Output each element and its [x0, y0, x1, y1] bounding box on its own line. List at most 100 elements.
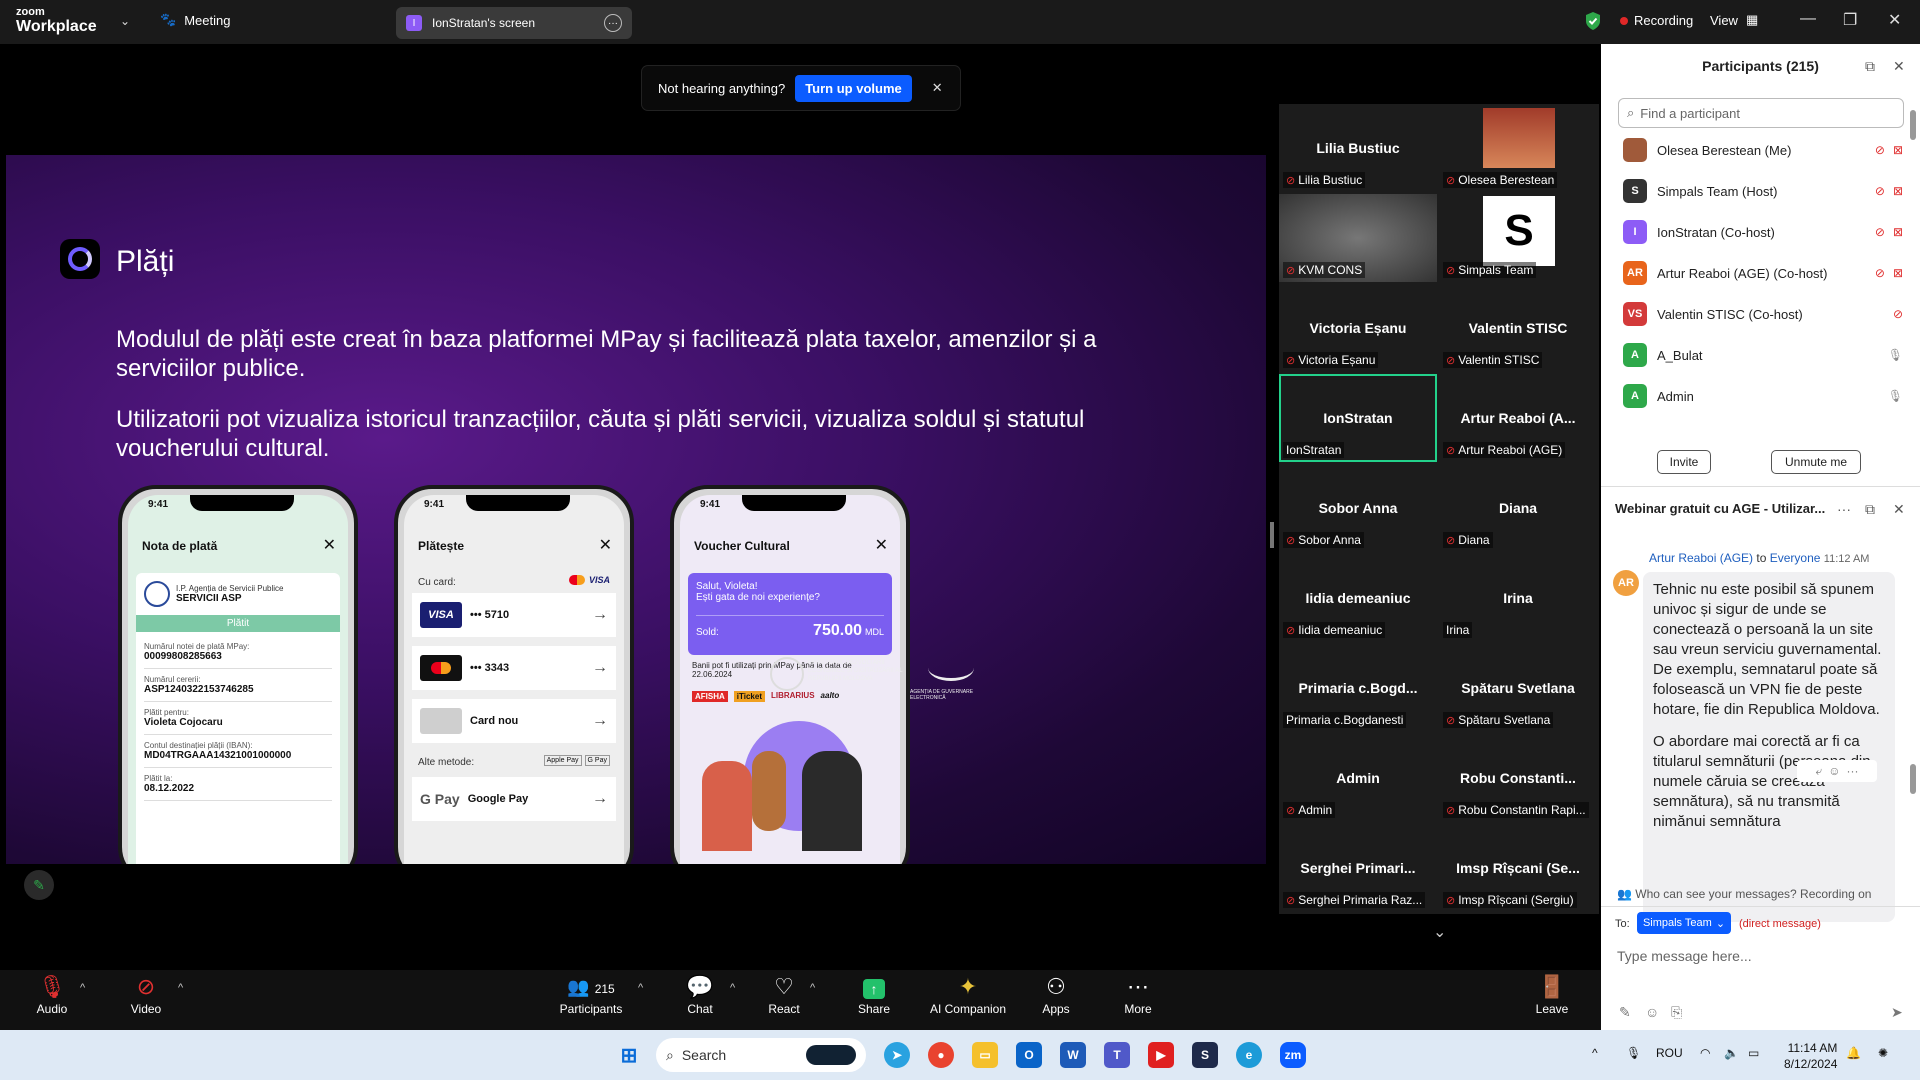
- video-tile[interactable]: Irina Irina: [1439, 554, 1597, 642]
- more-icon[interactable]: ···: [1847, 764, 1859, 778]
- video-tile[interactable]: ⊘ Olesea Berestean: [1439, 104, 1597, 192]
- youtube-icon[interactable]: ▶: [1148, 1042, 1174, 1068]
- participant-row[interactable]: A A_Bulat 🎙: [1623, 339, 1903, 371]
- video-tile[interactable]: Admin ⊘ Admin: [1279, 734, 1437, 822]
- sender-name[interactable]: Artur Reaboi (AGE): [1649, 551, 1753, 565]
- popout-icon[interactable]: ⧉: [1865, 501, 1875, 518]
- minimize-icon[interactable]: —: [1800, 10, 1816, 28]
- emoji-icon[interactable]: ☺: [1645, 1004, 1659, 1020]
- video-tile[interactable]: Sobor Anna ⊘ Sobor Anna: [1279, 464, 1437, 552]
- word-icon[interactable]: W: [1060, 1042, 1086, 1068]
- gallery-resize-handle[interactable]: [1270, 522, 1274, 548]
- leave-button[interactable]: 🚪 Leave: [1534, 972, 1570, 1016]
- audio-button[interactable]: 🎙 Audio: [30, 972, 74, 1016]
- chat-scrollbar[interactable]: [1910, 764, 1916, 794]
- participant-search-input[interactable]: ⌕ Find a participant: [1618, 98, 1904, 128]
- video-tile[interactable]: Valentin STISC ⊘ Valentin STISC: [1439, 284, 1597, 372]
- outlook-icon[interactable]: O: [1016, 1042, 1042, 1068]
- invite-button[interactable]: Invite: [1657, 450, 1711, 474]
- emoji-icon[interactable]: ☺: [1828, 764, 1840, 778]
- react-caret[interactable]: ^: [810, 982, 815, 994]
- ai-companion-button[interactable]: ✦ AI Companion: [928, 972, 1008, 1016]
- copilot-icon[interactable]: ✺: [1878, 1046, 1888, 1060]
- participant-row[interactable]: Olesea Berestean (Me) ⊘ ⊠: [1623, 134, 1903, 166]
- video-tile[interactable]: Iidia demeaniuc ⊘ Iidia demeaniuc: [1279, 554, 1437, 642]
- phone-time: 9:41: [148, 499, 169, 510]
- video-tile[interactable]: Robu Constanti... ⊘ Robu Constantin Rapi..…: [1439, 734, 1597, 822]
- share-button[interactable]: ↑ Share: [852, 972, 896, 1016]
- video-tile[interactable]: Serghei Primari... ⊘ Serghei Primaria Raz.…: [1279, 824, 1437, 912]
- wifi-icon[interactable]: ◠: [1700, 1046, 1710, 1060]
- video-tile[interactable]: IonStratan IonStratan: [1279, 374, 1437, 462]
- audio-options-caret[interactable]: ^: [80, 982, 85, 994]
- who-can-see-label[interactable]: 👥 Who can see your messages? Recording o…: [1617, 887, 1871, 901]
- message-input[interactable]: Type message here...: [1617, 948, 1752, 964]
- app-icon[interactable]: S: [1192, 1042, 1218, 1068]
- chat-button[interactable]: 💬 Chat: [680, 972, 720, 1016]
- file-icon[interactable]: ⎘: [1671, 1004, 1682, 1021]
- video-tile[interactable]: Diana ⊘ Diana: [1439, 464, 1597, 552]
- video-options-caret[interactable]: ^: [178, 982, 183, 994]
- close-banner-icon[interactable]: ✕: [932, 80, 943, 96]
- participants-button[interactable]: 👥 215 Participants: [556, 972, 626, 1016]
- chrome-icon[interactable]: ●: [928, 1042, 954, 1068]
- file-explorer-icon[interactable]: ▭: [972, 1042, 998, 1068]
- more-options-icon[interactable]: ···: [604, 14, 622, 32]
- video-tile[interactable]: S ⊘ Simpals Team: [1439, 194, 1597, 282]
- annotate-pen-icon[interactable]: ✎: [24, 870, 54, 900]
- language-indicator[interactable]: ROU: [1656, 1046, 1683, 1060]
- more-options-icon[interactable]: ···: [1837, 501, 1851, 517]
- chat-caret[interactable]: ^: [730, 982, 735, 994]
- turn-up-volume-button[interactable]: Turn up volume: [795, 74, 912, 102]
- recipient-dropdown[interactable]: Simpals Team ⌄: [1637, 912, 1731, 934]
- close-panel-icon[interactable]: ✕: [1893, 58, 1905, 75]
- video-tile[interactable]: Artur Reaboi (A... ⊘ Artur Reaboi (AGE): [1439, 374, 1597, 462]
- tray-chevron-icon[interactable]: ^: [1592, 1046, 1598, 1060]
- video-tile[interactable]: Imsp Rîșcani (Se... ⊘ Imsp Rîșcani (Sergiu…: [1439, 824, 1597, 912]
- close-chat-icon[interactable]: ✕: [1893, 501, 1905, 518]
- gallery-scroll-down-icon[interactable]: ⌄: [1433, 922, 1446, 942]
- participant-row[interactable]: AR Artur Reaboi (AGE) (Co-host) ⊘ ⊠: [1623, 257, 1903, 289]
- edge-icon[interactable]: e: [1236, 1042, 1262, 1068]
- zoom-taskbar-icon[interactable]: zm: [1280, 1042, 1306, 1068]
- recording-indicator[interactable]: Recording: [1620, 13, 1693, 28]
- unmute-me-button[interactable]: Unmute me: [1771, 450, 1861, 474]
- notification-bell-icon[interactable]: 🔔: [1846, 1046, 1861, 1060]
- video-tile[interactable]: Victoria Eșanu ⊘ Victoria Eșanu: [1279, 284, 1437, 372]
- tray-mic-icon[interactable]: 🎙: [1626, 1046, 1641, 1060]
- taskbar-search[interactable]: ⌕ Search: [656, 1038, 866, 1072]
- video-tile[interactable]: Spătaru Svetlana ⊘ Spătaru Svetlana: [1439, 644, 1597, 732]
- participant-row[interactable]: A Admin 🎙: [1623, 380, 1903, 412]
- more-button[interactable]: ⋯ More: [1118, 972, 1158, 1016]
- meeting-button[interactable]: 🐾 Meeting: [160, 12, 230, 28]
- volume-icon[interactable]: 🔈: [1724, 1046, 1739, 1060]
- field-value: MD04TRGAAA14321001000000: [144, 750, 332, 768]
- taskbar-clock[interactable]: 11:14 AM 8/12/2024: [1784, 1040, 1837, 1072]
- video-tile[interactable]: ⊘ KVM CONS: [1279, 194, 1437, 282]
- teams-icon[interactable]: T: [1104, 1042, 1130, 1068]
- battery-icon[interactable]: ▭: [1748, 1046, 1759, 1060]
- popout-icon[interactable]: ⧉: [1865, 58, 1875, 75]
- participant-row[interactable]: I IonStratan (Co-host) ⊘ ⊠: [1623, 216, 1903, 248]
- participant-scrollbar[interactable]: [1910, 110, 1916, 140]
- close-window-icon[interactable]: ✕: [1888, 10, 1901, 30]
- chevron-down-icon[interactable]: ⌄: [120, 14, 130, 28]
- video-tile[interactable]: Primaria c.Bogd... Primaria c.Bogdanesti: [1279, 644, 1437, 732]
- react-button[interactable]: ♡ React: [764, 972, 804, 1016]
- participant-row[interactable]: S Simpals Team (Host) ⊘ ⊠: [1623, 175, 1903, 207]
- participants-caret[interactable]: ^: [638, 982, 643, 994]
- participant-row[interactable]: VS Valentin STISC (Co-host) ⊘: [1623, 298, 1903, 330]
- view-button[interactable]: View ▦: [1710, 12, 1758, 28]
- video-tile[interactable]: Lilia Bustiuc ⊘ Lilia Bustiuc: [1279, 104, 1437, 192]
- apps-button[interactable]: ⚇ Apps: [1036, 972, 1076, 1016]
- reply-icon[interactable]: ⤶: [1816, 764, 1823, 779]
- participants-icon: 👥 215: [567, 977, 615, 997]
- windows-start-icon[interactable]: ⊞: [616, 1042, 642, 1068]
- telegram-icon[interactable]: ➤: [884, 1042, 910, 1068]
- format-icon[interactable]: ✎: [1619, 1004, 1631, 1021]
- send-icon[interactable]: ➤: [1891, 1004, 1903, 1021]
- encryption-shield-icon[interactable]: [1584, 11, 1602, 31]
- restore-icon[interactable]: ❐: [1843, 10, 1857, 30]
- shared-screen-tab[interactable]: I IonStratan's screen ···: [396, 7, 632, 39]
- video-button[interactable]: ⊘ Video: [124, 972, 168, 1016]
